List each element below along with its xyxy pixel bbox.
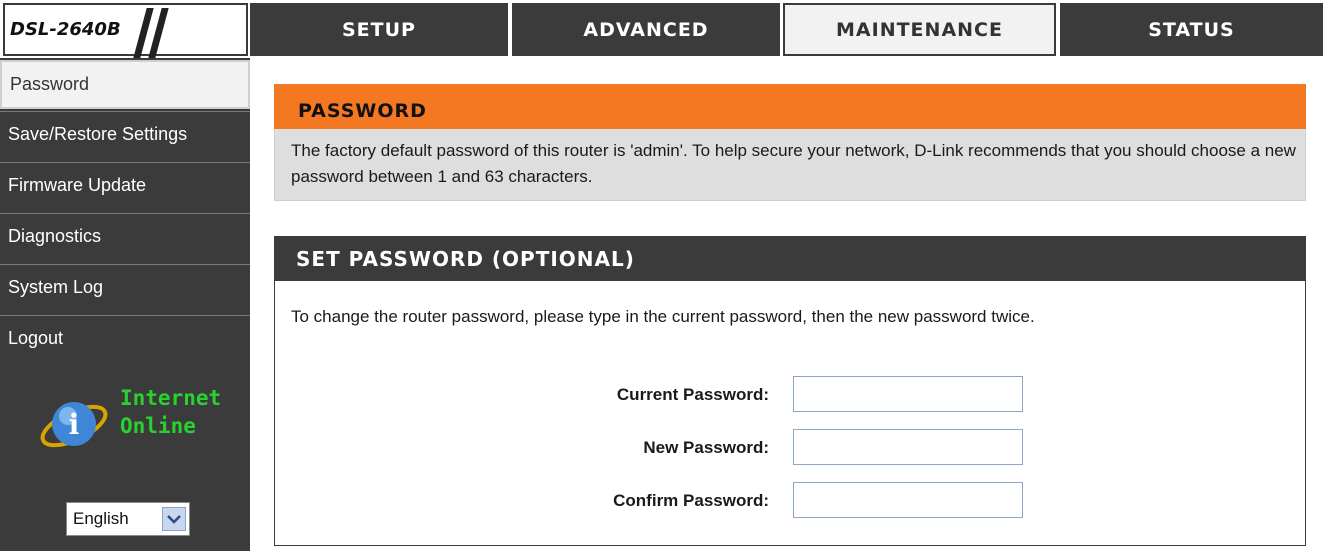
sidebar-item-firmware-update[interactable]: Firmware Update (0, 162, 250, 211)
tab-status[interactable]: STATUS (1060, 3, 1323, 56)
status-line-online: Online (120, 414, 196, 438)
sidebar-item-system-log[interactable]: System Log (0, 264, 250, 313)
new-password-input[interactable] (793, 429, 1023, 465)
model-name: DSL-2640B (10, 19, 121, 40)
internet-status: Internet Online (120, 384, 221, 440)
svg-text:i: i (69, 408, 80, 441)
sidebar: Password Save/Restore Settings Firmware … (0, 58, 250, 551)
current-password-input[interactable] (793, 376, 1023, 412)
model-logo: DSL-2640B (3, 3, 248, 58)
sidebar-item-logout[interactable]: Logout (0, 315, 250, 364)
top-navigation-bar: DSL-2640B SETUP ADVANCED MAINTENANCE STA… (0, 0, 1323, 58)
current-password-label: Current Password: (616, 385, 769, 404)
sidebar-item-save-restore-settings[interactable]: Save/Restore Settings (0, 111, 250, 160)
confirm-password-input[interactable] (793, 482, 1023, 518)
set-password-instructions: To change the router password, please ty… (291, 307, 1035, 326)
language-selected-value: English (73, 509, 129, 528)
new-password-label: New Password: (643, 438, 769, 457)
confirm-password-label: Confirm Password: (613, 491, 769, 510)
status-line-internet: Internet (120, 386, 222, 410)
tab-setup[interactable]: SETUP (250, 3, 508, 56)
set-password-form: To change the router password, please ty… (274, 281, 1306, 546)
chevron-down-icon[interactable] (162, 507, 186, 531)
language-select[interactable]: English (66, 502, 190, 536)
tab-maintenance[interactable]: MAINTENANCE (783, 3, 1056, 56)
set-password-panel-title: SET PASSWORD (OPTIONAL) (274, 236, 1306, 281)
password-info-panel: PASSWORD The factory default password of… (274, 84, 1306, 201)
password-panel-description: The factory default password of this rou… (274, 129, 1306, 201)
tab-advanced[interactable]: ADVANCED (512, 3, 780, 56)
sidebar-item-password[interactable]: Password (0, 60, 250, 109)
sidebar-item-diagnostics[interactable]: Diagnostics (0, 213, 250, 262)
info-globe-icon: i (40, 402, 108, 448)
set-password-panel: SET PASSWORD (OPTIONAL) To change the ro… (274, 236, 1306, 546)
password-panel-title: PASSWORD (274, 84, 1306, 129)
